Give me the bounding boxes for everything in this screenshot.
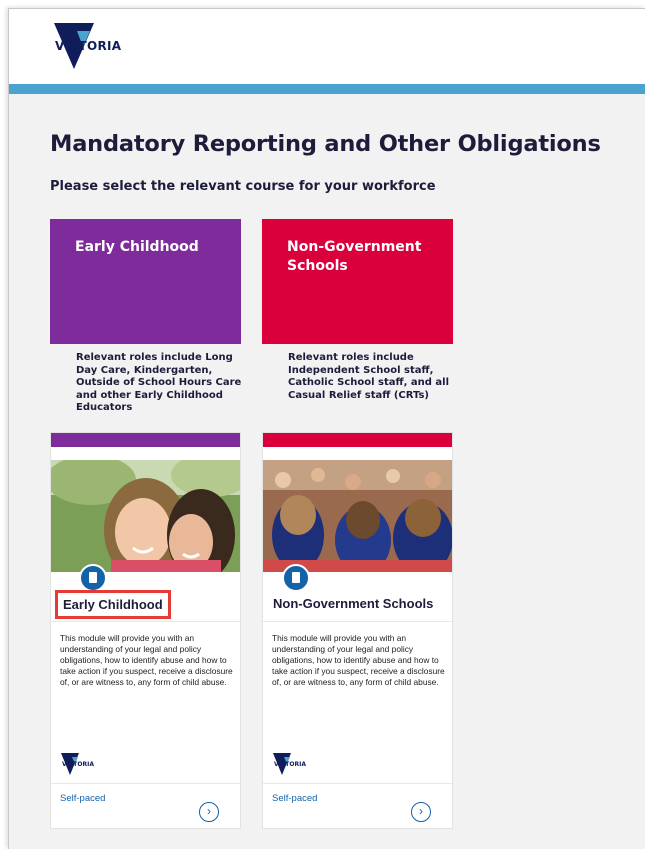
book-icon [282,564,310,592]
card-divider [51,621,240,622]
chevron-right-icon[interactable]: › [411,802,431,822]
card-image-children-hugging [51,460,240,572]
page-subtitle: Please select the relevant course for yo… [50,179,436,194]
victoria-logo[interactable]: VICTORIA [49,23,149,79]
tile-description: Relevant roles include Independent Schoo… [288,352,449,401]
card-victoria-logo: VICTORIA [271,753,311,779]
course-card-early-childhood[interactable]: Early Childhood This module will provide… [50,432,241,829]
page-title: Mandatory Reporting and Other Obligation… [50,131,601,157]
card-color-bar [263,433,452,447]
tile-early-childhood[interactable]: Early Childhood [50,219,241,344]
tile-title: Early Childhood [75,239,199,255]
card-logo-text: VICTORIA [274,761,306,768]
card-pace-label: Self-paced [60,793,106,804]
header-stripe [9,84,645,94]
card-divider [263,621,452,622]
card-color-bar [51,433,240,447]
card-pace-label: Self-paced [272,793,318,804]
tile-title: Non-Government Schools [287,239,422,274]
book-icon [79,564,107,592]
course-card-non-government-schools[interactable]: Non-Government Schools This module will … [262,432,453,829]
card-title[interactable]: Non-Government Schools [273,596,433,611]
tile-description: Relevant roles include Long Day Care, Ki… [76,352,242,413]
card-footer-divider [51,783,240,784]
card-image-school-students [263,460,452,572]
tile-non-government-schools[interactable]: Non-Government Schools [262,219,453,344]
card-victoria-logo: VICTORIA [59,753,99,779]
logo-text: VICTORIA [55,39,122,53]
card-description: This module will provide you with an und… [60,633,233,687]
page-frame: VICTORIA Mandatory Reporting and Other O… [8,8,645,849]
card-footer-divider [263,783,452,784]
chevron-right-icon[interactable]: › [199,802,219,822]
card-title[interactable]: Early Childhood [55,590,171,619]
site-header: VICTORIA [9,9,645,84]
card-description: This module will provide you with an und… [272,633,445,687]
card-logo-text: VICTORIA [62,761,94,768]
